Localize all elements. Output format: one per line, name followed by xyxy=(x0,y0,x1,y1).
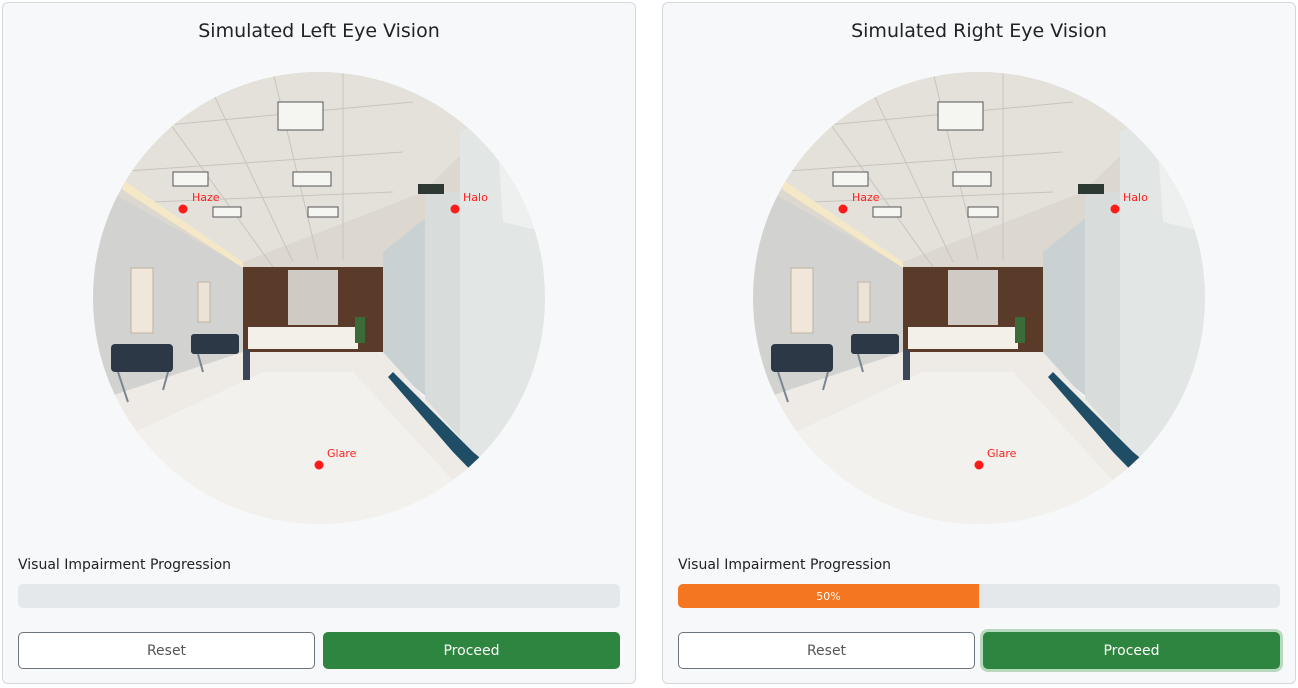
glare-marker[interactable] xyxy=(314,460,324,470)
haze-label: Haze xyxy=(192,191,220,204)
glare-label: Glare xyxy=(987,447,1017,460)
progress-label: Visual Impairment Progression xyxy=(18,557,232,573)
glare-marker[interactable] xyxy=(974,460,984,470)
left-eye-panel: Simulated Left Eye Vision Haze Halo Glar… xyxy=(2,2,636,684)
proceed-button[interactable]: Proceed xyxy=(983,632,1280,669)
progress-label: Visual Impairment Progression xyxy=(678,557,892,573)
proceed-button[interactable]: Proceed xyxy=(323,632,620,669)
progress-fill: 50% xyxy=(678,584,979,608)
vision-simulation: Haze Halo Glare xyxy=(753,72,1205,524)
corridor-image xyxy=(93,72,545,524)
progress-bar: 50% xyxy=(678,584,1280,608)
progress-bar xyxy=(18,584,620,608)
right-eye-panel: Simulated Right Eye Vision Haze Halo Gla… xyxy=(662,2,1296,684)
reset-button[interactable]: Reset xyxy=(678,632,975,669)
halo-marker[interactable] xyxy=(450,204,460,214)
panel-title: Simulated Left Eye Vision xyxy=(198,20,440,42)
haze-label: Haze xyxy=(852,191,880,204)
halo-label: Halo xyxy=(1123,191,1148,204)
haze-marker[interactable] xyxy=(838,204,848,214)
halo-label: Halo xyxy=(463,191,488,204)
panel-title: Simulated Right Eye Vision xyxy=(851,20,1107,42)
glare-label: Glare xyxy=(327,447,357,460)
vision-simulation: Haze Halo Glare xyxy=(93,72,545,524)
halo-marker[interactable] xyxy=(1110,204,1120,214)
reset-button[interactable]: Reset xyxy=(18,632,315,669)
haze-marker[interactable] xyxy=(178,204,188,214)
corridor-image xyxy=(753,72,1205,524)
